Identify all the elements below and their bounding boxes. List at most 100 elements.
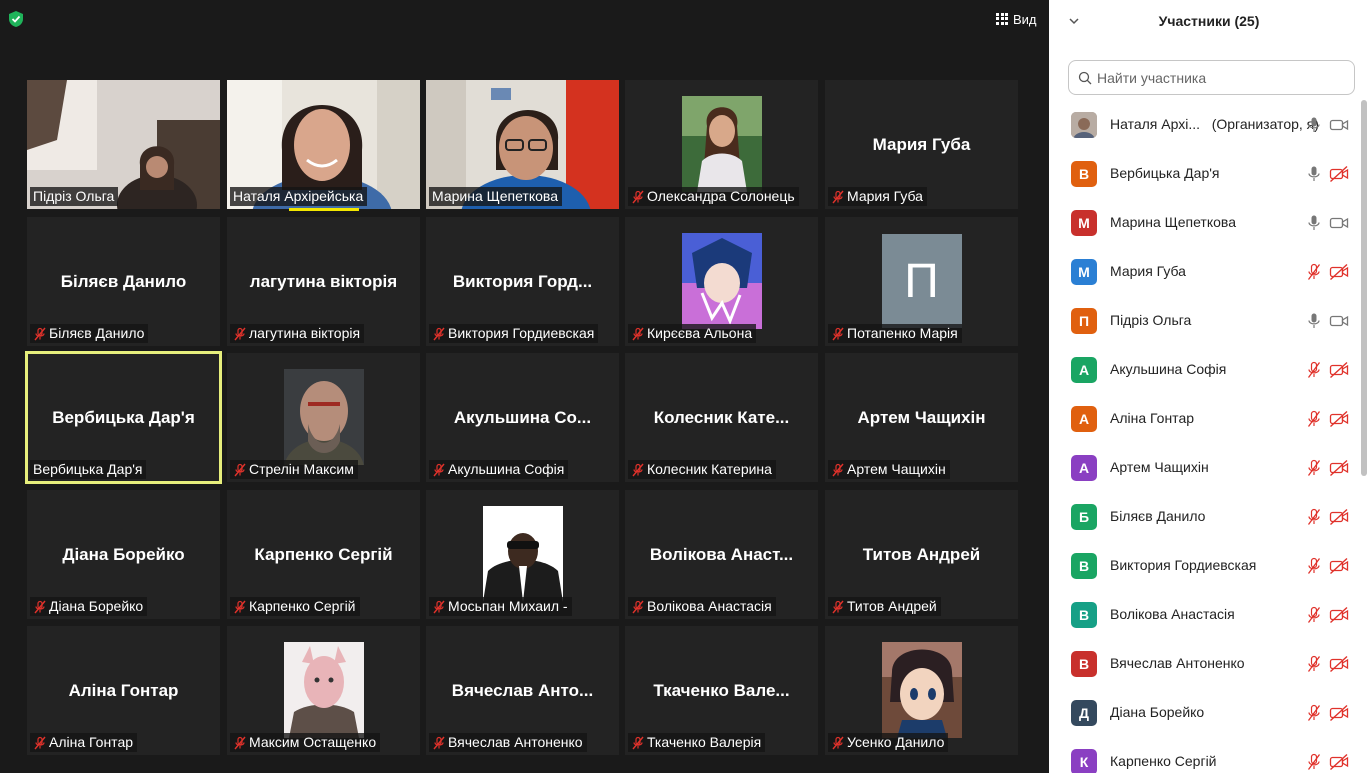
- tile-name-label: Олександра Солонець: [628, 187, 799, 206]
- video-tile[interactable]: Ткаченко Вале... Ткаченко Валерія: [625, 626, 818, 755]
- tile-name-label: Марина Щепеткова: [429, 187, 562, 206]
- microphone-muted-icon[interactable]: [1307, 361, 1321, 379]
- video-tile[interactable]: Наталя Архірейська: [227, 80, 420, 211]
- tile-name-label: Вячеслав Антоненко: [429, 733, 587, 752]
- participant-row[interactable]: А Аліна Гонтар: [1049, 394, 1359, 443]
- participant-search-input[interactable]: [1097, 69, 1337, 86]
- participant-row[interactable]: П Підріз Ольга: [1049, 296, 1359, 345]
- participant-row[interactable]: В Вербицька Дар'я: [1049, 149, 1359, 198]
- video-camera-off-icon[interactable]: [1329, 704, 1349, 722]
- video-tile[interactable]: Олександра Солонець: [625, 80, 818, 209]
- participant-name: Артем Чащихін: [1110, 459, 1209, 475]
- microphone-icon[interactable]: [1307, 116, 1321, 134]
- video-camera-off-icon[interactable]: [1329, 410, 1349, 428]
- video-tile[interactable]: Усенко Данило: [825, 626, 1018, 755]
- tile-name-label: Артем Чащихін: [828, 460, 950, 479]
- video-gallery: Вид Підріз Ольга Наталя Архірейська Марина…: [0, 0, 1049, 773]
- video-tile[interactable]: Волікова Анаст... Волікова Анастасія: [625, 490, 818, 619]
- tile-display-name: Артем Чащихін: [857, 407, 986, 427]
- video-camera-off-icon[interactable]: [1329, 753, 1349, 771]
- participant-name: Біляєв Данило: [1110, 508, 1206, 524]
- microphone-muted-icon[interactable]: [1307, 508, 1321, 526]
- video-tile[interactable]: Вербицька Дар'я Вербицька Дар'я: [25, 351, 222, 484]
- video-tile[interactable]: Артем Чащихін Артем Чащихін: [825, 353, 1018, 482]
- video-tile[interactable]: Кирєєва Альона: [625, 217, 818, 346]
- video-camera-off-icon[interactable]: [1329, 361, 1349, 379]
- video-camera-off-icon[interactable]: [1329, 459, 1349, 477]
- participant-row[interactable]: Б Біляєв Данило: [1049, 492, 1359, 541]
- video-tile[interactable]: Стрелін Максим: [227, 353, 420, 482]
- participant-row[interactable]: А Артем Чащихін: [1049, 443, 1359, 492]
- video-camera-off-icon[interactable]: [1329, 508, 1349, 526]
- avatar: М: [1071, 210, 1097, 236]
- video-tile[interactable]: лагутина вікторія лагутина вікторія: [227, 217, 420, 346]
- microphone-muted-icon[interactable]: [1307, 557, 1321, 575]
- participant-name: Аліна Гонтар: [1110, 410, 1195, 426]
- video-tile[interactable]: Виктория Горд... Виктория Гордиевская: [426, 217, 619, 346]
- profile-picture: [482, 506, 563, 602]
- participants-scrollbar[interactable]: [1361, 100, 1367, 476]
- tile-name-label: Кирєєва Альона: [628, 324, 757, 343]
- participant-row[interactable]: Наталя Архі... (Организатор, я): [1049, 100, 1359, 149]
- participant-row[interactable]: В Виктория Гордиевская: [1049, 541, 1359, 590]
- video-tile[interactable]: Марина Щепеткова: [426, 80, 619, 209]
- video-camera-icon[interactable]: [1329, 116, 1349, 134]
- video-tile[interactable]: Мария Губа Мария Губа: [825, 80, 1018, 209]
- microphone-muted-icon[interactable]: [1307, 410, 1321, 428]
- video-camera-icon[interactable]: [1329, 312, 1349, 330]
- video-tile[interactable]: Аліна Гонтар Аліна Гонтар: [27, 626, 220, 755]
- participant-name: Мария Губа: [1110, 263, 1186, 279]
- video-tile[interactable]: Мосьпан Михаил -: [426, 490, 619, 619]
- video-tile[interactable]: Вячеслав Анто... Вячеслав Антоненко: [426, 626, 619, 755]
- microphone-muted-icon[interactable]: [1307, 704, 1321, 722]
- participant-search[interactable]: [1068, 60, 1355, 95]
- participant-row[interactable]: В Вячеслав Антоненко: [1049, 639, 1359, 688]
- view-button[interactable]: Вид: [996, 9, 1037, 29]
- tile-name-label: Стрелін Максим: [230, 460, 358, 479]
- video-camera-off-icon[interactable]: [1329, 165, 1349, 183]
- mic-muted-icon: [832, 327, 844, 340]
- tile-name-text: Мосьпан Михаил -: [448, 598, 568, 614]
- security-shield-icon[interactable]: [8, 10, 24, 28]
- participant-row[interactable]: М Мария Губа: [1049, 247, 1359, 296]
- video-tile[interactable]: Максим Остащенко: [227, 626, 420, 755]
- video-tile[interactable]: Біляєв Данило Біляєв Данило: [27, 217, 220, 346]
- participant-row[interactable]: Д Діана Борейко: [1049, 688, 1359, 737]
- participant-name: Підріз Ольга: [1110, 312, 1192, 328]
- video-camera-off-icon[interactable]: [1329, 263, 1349, 281]
- tile-display-name: Аліна Гонтар: [68, 680, 179, 700]
- microphone-icon[interactable]: [1307, 165, 1321, 183]
- tile-name-text: Артем Чащихін: [847, 461, 946, 477]
- video-tile[interactable]: Карпенко Сергій Карпенко Сергій: [227, 490, 420, 619]
- microphone-icon[interactable]: [1307, 312, 1321, 330]
- video-camera-off-icon[interactable]: [1329, 655, 1349, 673]
- video-tile[interactable]: Титов Андрей Титов Андрей: [825, 490, 1018, 619]
- mic-muted-icon: [632, 600, 644, 613]
- avatar: А: [1071, 455, 1097, 481]
- video-camera-icon[interactable]: [1329, 214, 1349, 232]
- tile-name-label: Колесник Катерина: [628, 460, 776, 479]
- participant-row[interactable]: К Карпенко Сергій: [1049, 737, 1359, 773]
- participant-row[interactable]: В Волікова Анастасія: [1049, 590, 1359, 639]
- video-tile[interactable]: Акульшина Со... Акульшина Софія: [426, 353, 619, 482]
- avatar: А: [1071, 406, 1097, 432]
- avatar: В: [1071, 553, 1097, 579]
- tile-name-text: Карпенко Сергій: [249, 598, 356, 614]
- microphone-muted-icon[interactable]: [1307, 606, 1321, 624]
- microphone-muted-icon[interactable]: [1307, 753, 1321, 771]
- microphone-muted-icon[interactable]: [1307, 263, 1321, 281]
- microphone-icon[interactable]: [1307, 214, 1321, 232]
- video-tile[interactable]: Підріз Ольга: [27, 80, 220, 209]
- participant-row[interactable]: М Марина Щепеткова: [1049, 198, 1359, 247]
- video-tile[interactable]: Діана Борейко Діана Борейко: [27, 490, 220, 619]
- microphone-muted-icon[interactable]: [1307, 459, 1321, 477]
- participants-panel: Участники (25) Наталя Архі... (Организат…: [1049, 0, 1369, 773]
- video-camera-off-icon[interactable]: [1329, 606, 1349, 624]
- video-tile[interactable]: П Потапенко Марія: [825, 217, 1018, 346]
- video-tile[interactable]: Колесник Кате... Колесник Катерина: [625, 353, 818, 482]
- microphone-muted-icon[interactable]: [1307, 655, 1321, 673]
- participants-title: Участники (25): [1158, 13, 1260, 29]
- participant-row[interactable]: А Акульшина Софія: [1049, 345, 1359, 394]
- tile-name-text: Потапенко Марія: [847, 325, 958, 341]
- video-camera-off-icon[interactable]: [1329, 557, 1349, 575]
